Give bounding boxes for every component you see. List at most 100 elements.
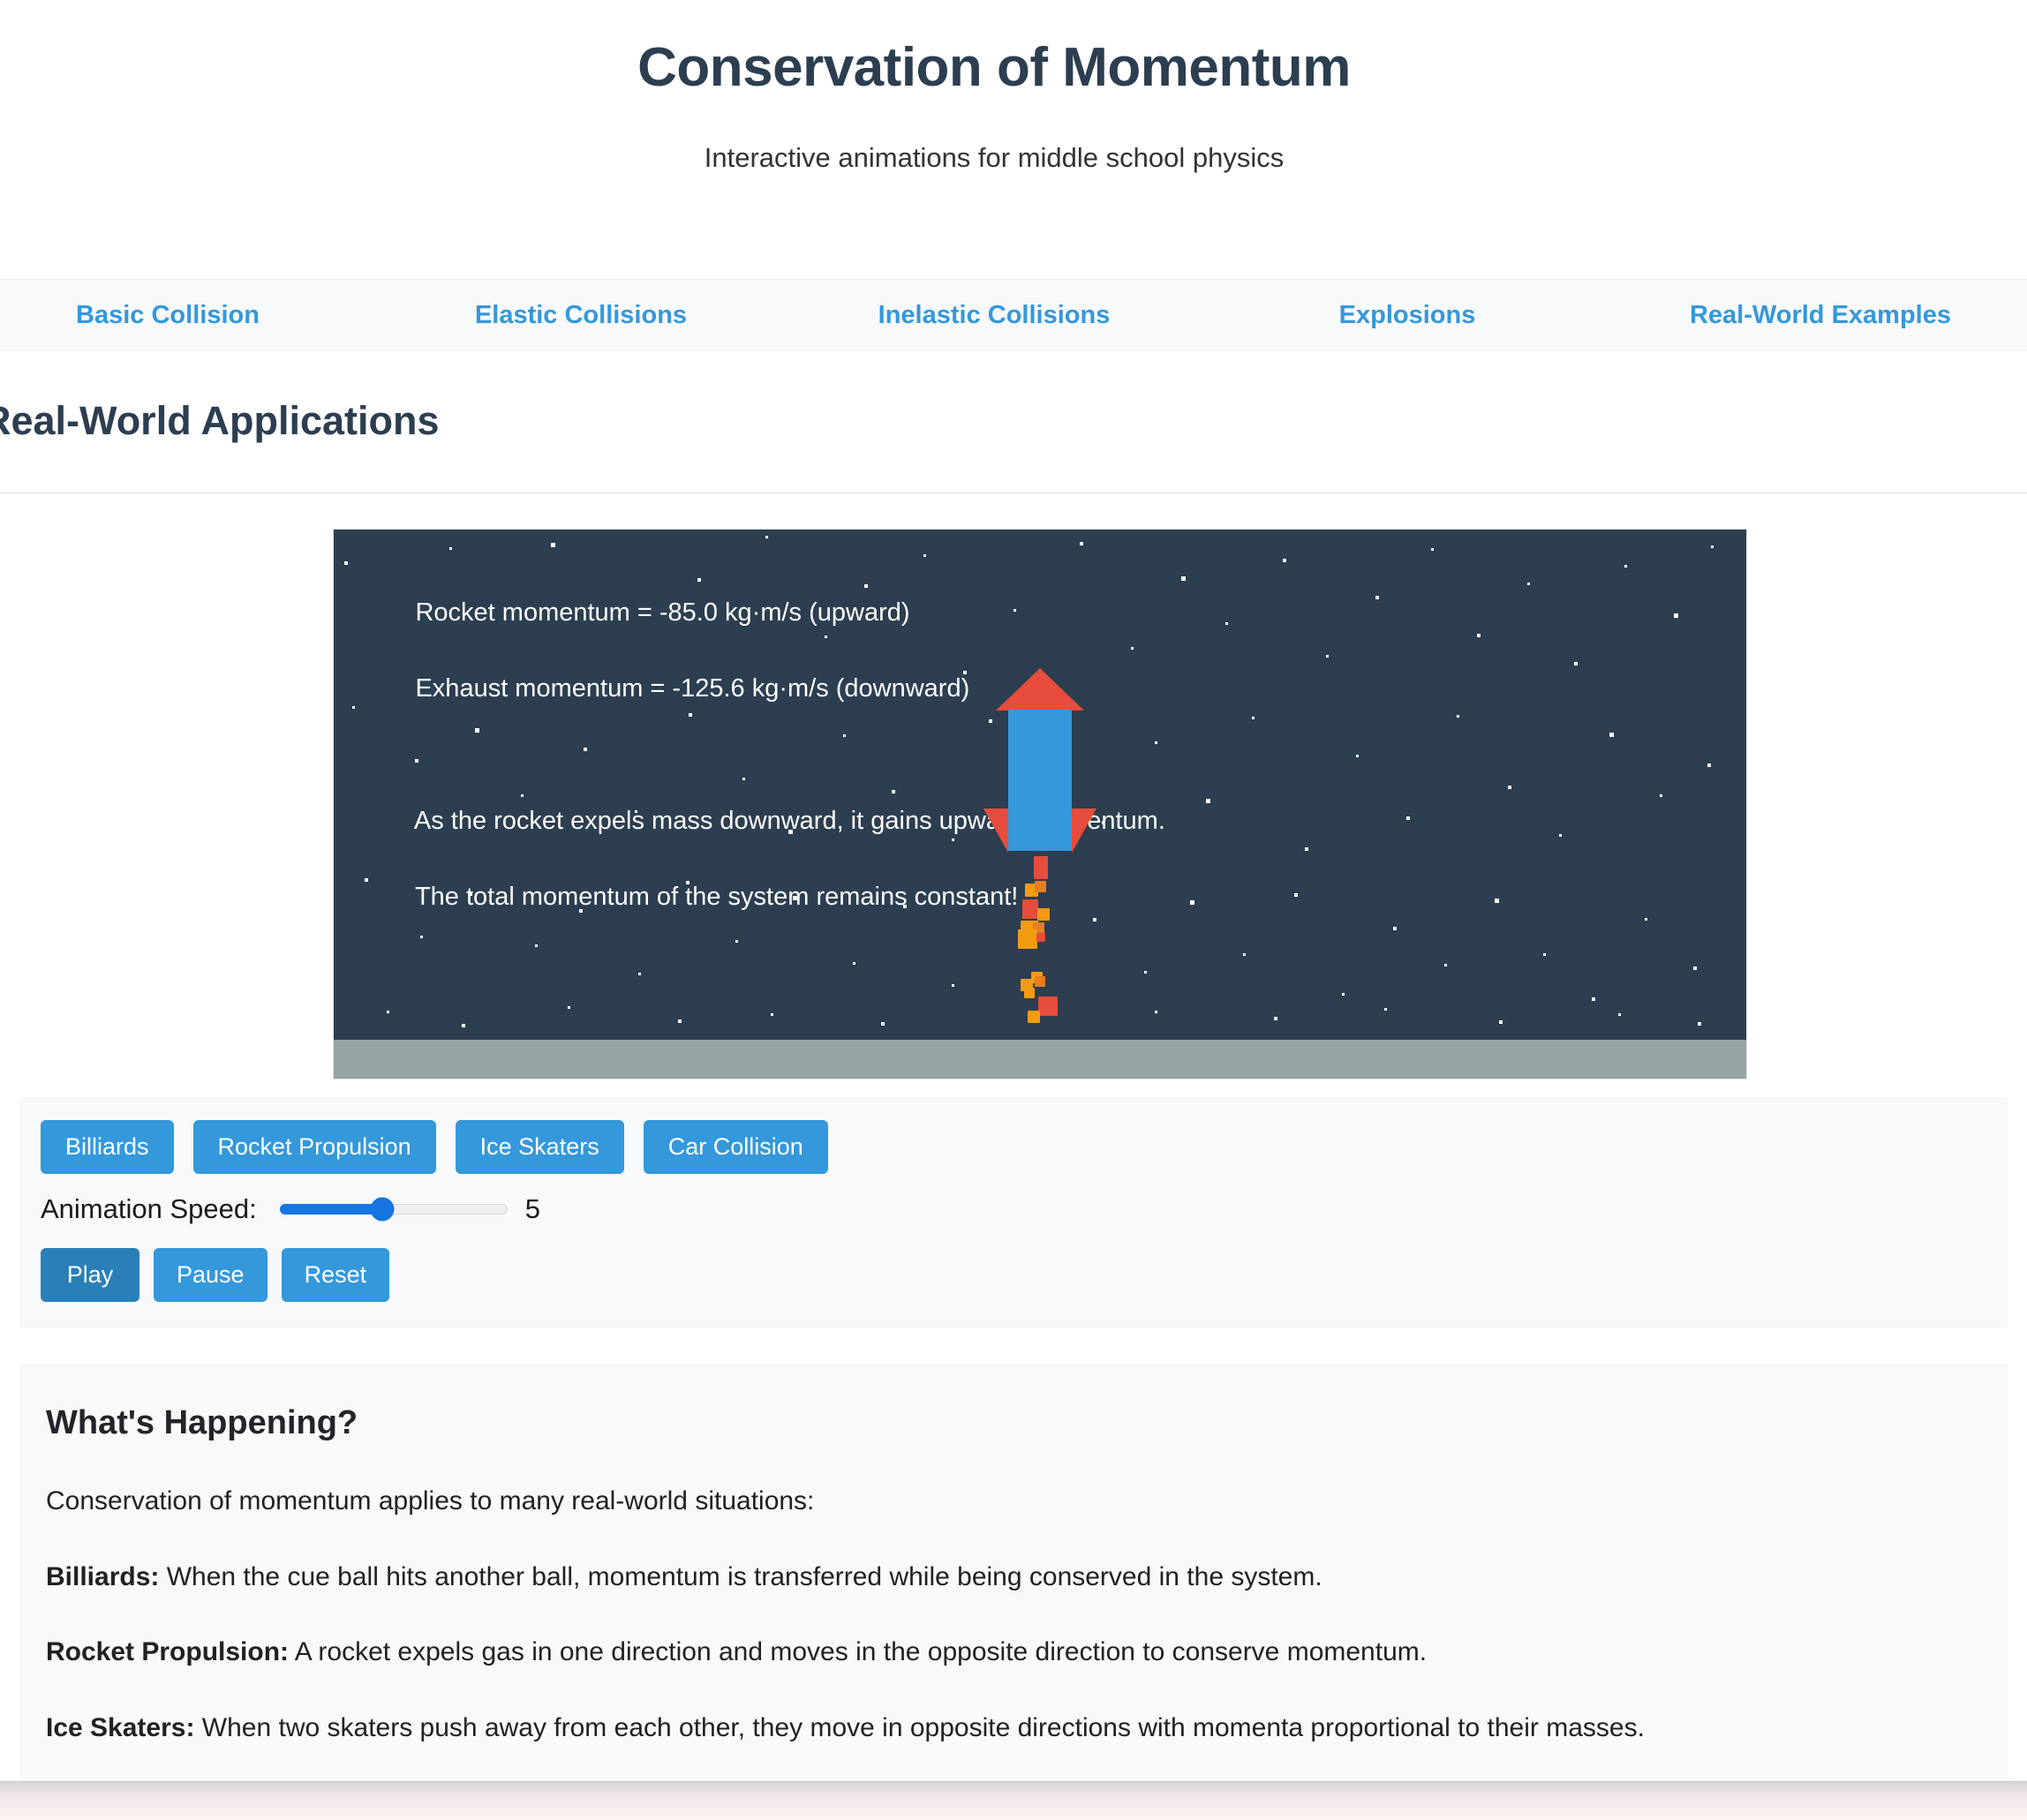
star bbox=[1559, 834, 1562, 837]
star bbox=[788, 830, 793, 834]
star bbox=[551, 543, 555, 547]
star bbox=[1624, 565, 1627, 568]
star bbox=[468, 891, 472, 896]
exhaust-particle bbox=[1035, 976, 1045, 987]
star bbox=[864, 584, 868, 588]
explanation-term-ice-skaters: Ice Skaters: bbox=[46, 1712, 195, 1742]
star bbox=[1206, 799, 1210, 803]
star bbox=[1527, 583, 1530, 585]
scenario-button-billiards[interactable]: Billiards bbox=[41, 1120, 174, 1174]
rocket-nose-cone bbox=[996, 668, 1084, 711]
explanation-term-rocket-propulsion: Rocket Propulsion: bbox=[46, 1637, 290, 1666]
nav-item-real-world-examples[interactable]: Real-World Examples bbox=[1614, 301, 2027, 330]
star bbox=[1406, 816, 1410, 820]
star bbox=[415, 759, 418, 763]
star bbox=[765, 536, 768, 538]
section-header: Real-World Applications bbox=[0, 399, 2027, 443]
exhaust-particle bbox=[1038, 996, 1058, 1016]
star bbox=[923, 554, 926, 557]
animation-speed-row: Animation Speed: 5 bbox=[41, 1186, 1986, 1232]
play-button[interactable]: Play bbox=[41, 1248, 139, 1302]
exhaust-particle bbox=[1024, 988, 1035, 998]
main-nav: Basic Collision Elastic Collisions Inela… bbox=[0, 279, 2027, 351]
explanation-item-billiards: Billiards: When the cue ball hits anothe… bbox=[46, 1561, 1981, 1594]
star bbox=[1326, 655, 1329, 658]
space-background: Rocket momentum = -85.0 kg·m/s (upward) … bbox=[334, 530, 1746, 1040]
nav-item-basic-collision[interactable]: Basic Collision bbox=[0, 301, 374, 330]
exhaust-particle bbox=[1022, 899, 1038, 919]
star bbox=[618, 615, 621, 618]
star bbox=[535, 944, 538, 947]
nav-item-explosions[interactable]: Explosions bbox=[1201, 301, 1614, 330]
explanation-text-ice-skaters: When two skaters push away from each oth… bbox=[194, 1712, 1645, 1742]
page-header: Conservation of Momentum Interactive ani… bbox=[0, 0, 2027, 175]
nav-item-inelastic-collisions[interactable]: Inelastic Collisions bbox=[787, 301, 1201, 330]
star bbox=[771, 1013, 773, 1016]
star bbox=[881, 1022, 885, 1026]
star bbox=[352, 706, 355, 709]
reset-button[interactable]: Reset bbox=[281, 1248, 390, 1302]
animation-speed-slider[interactable] bbox=[279, 1196, 508, 1222]
readout-explain-line2: The total momentum of the system remains… bbox=[414, 883, 1019, 912]
star bbox=[579, 909, 583, 913]
star bbox=[1508, 786, 1511, 789]
star bbox=[365, 878, 368, 882]
exhaust-particle bbox=[1035, 881, 1046, 892]
rocket-sprite bbox=[952, 668, 1128, 1023]
page-title: Conservation of Momentum bbox=[637, 37, 1351, 98]
pause-button[interactable]: Pause bbox=[154, 1248, 268, 1302]
star bbox=[1283, 559, 1286, 562]
scenario-button-rocket-propulsion[interactable]: Rocket Propulsion bbox=[192, 1120, 436, 1174]
exhaust-particle bbox=[1018, 929, 1037, 949]
star bbox=[952, 984, 954, 987]
explanation-term-billiards: Billiards: bbox=[46, 1561, 160, 1591]
star bbox=[521, 794, 524, 797]
scenario-button-ice-skaters[interactable]: Ice Skaters bbox=[455, 1120, 624, 1174]
explanation-intro: Conservation of momentum applies to many… bbox=[46, 1486, 815, 1515]
star bbox=[1384, 1008, 1387, 1011]
star bbox=[1080, 542, 1083, 545]
scenario-button-car-collision[interactable]: Car Collision bbox=[643, 1120, 828, 1174]
star bbox=[344, 561, 348, 565]
star bbox=[1499, 1020, 1503, 1024]
star bbox=[1093, 918, 1096, 921]
section-title: Real-World Applications bbox=[0, 398, 440, 443]
star bbox=[638, 973, 641, 975]
star bbox=[1693, 966, 1697, 970]
star bbox=[742, 778, 745, 780]
star bbox=[1252, 717, 1255, 719]
star bbox=[1574, 662, 1578, 666]
star bbox=[853, 962, 855, 965]
star bbox=[1674, 613, 1678, 618]
star bbox=[1014, 609, 1016, 612]
bottom-gradient-strip bbox=[0, 1781, 2027, 1820]
playback-button-row: Play Pause Reset bbox=[41, 1248, 1986, 1302]
star bbox=[1698, 1022, 1701, 1026]
star bbox=[686, 881, 689, 884]
star bbox=[1144, 971, 1147, 974]
star bbox=[635, 810, 637, 813]
star bbox=[1274, 1017, 1277, 1020]
star bbox=[1609, 733, 1614, 737]
page-subtitle: Interactive animations for middle school… bbox=[704, 142, 1285, 174]
explanation-item-ice-skaters: Ice Skaters: When two skaters push away … bbox=[46, 1711, 1981, 1745]
explanation-panel: What's Happening? Conservation of moment… bbox=[19, 1364, 2008, 1801]
readout-exhaust-momentum: Exhaust momentum = -125.6 kg·m/s (downwa… bbox=[415, 673, 970, 703]
star bbox=[892, 790, 895, 793]
star bbox=[843, 734, 846, 737]
rocket-fin-left bbox=[983, 808, 1008, 853]
star bbox=[903, 905, 907, 908]
star bbox=[1181, 576, 1186, 581]
star bbox=[1375, 596, 1379, 599]
star bbox=[1356, 755, 1359, 757]
star bbox=[678, 1019, 682, 1023]
star bbox=[568, 1006, 570, 1009]
star bbox=[1543, 953, 1546, 956]
explanation-text-rocket-propulsion: A rocket expels gas in one direction and… bbox=[289, 1637, 1428, 1666]
star bbox=[1342, 993, 1345, 996]
star bbox=[1393, 927, 1397, 930]
animation-canvas[interactable]: Rocket momentum = -85.0 kg·m/s (upward) … bbox=[334, 530, 1746, 1079]
slider-thumb[interactable] bbox=[370, 1197, 395, 1222]
readout-rocket-momentum: Rocket momentum = -85.0 kg·m/s (upward) bbox=[415, 598, 910, 627]
nav-item-elastic-collisions[interactable]: Elastic Collisions bbox=[374, 301, 787, 330]
